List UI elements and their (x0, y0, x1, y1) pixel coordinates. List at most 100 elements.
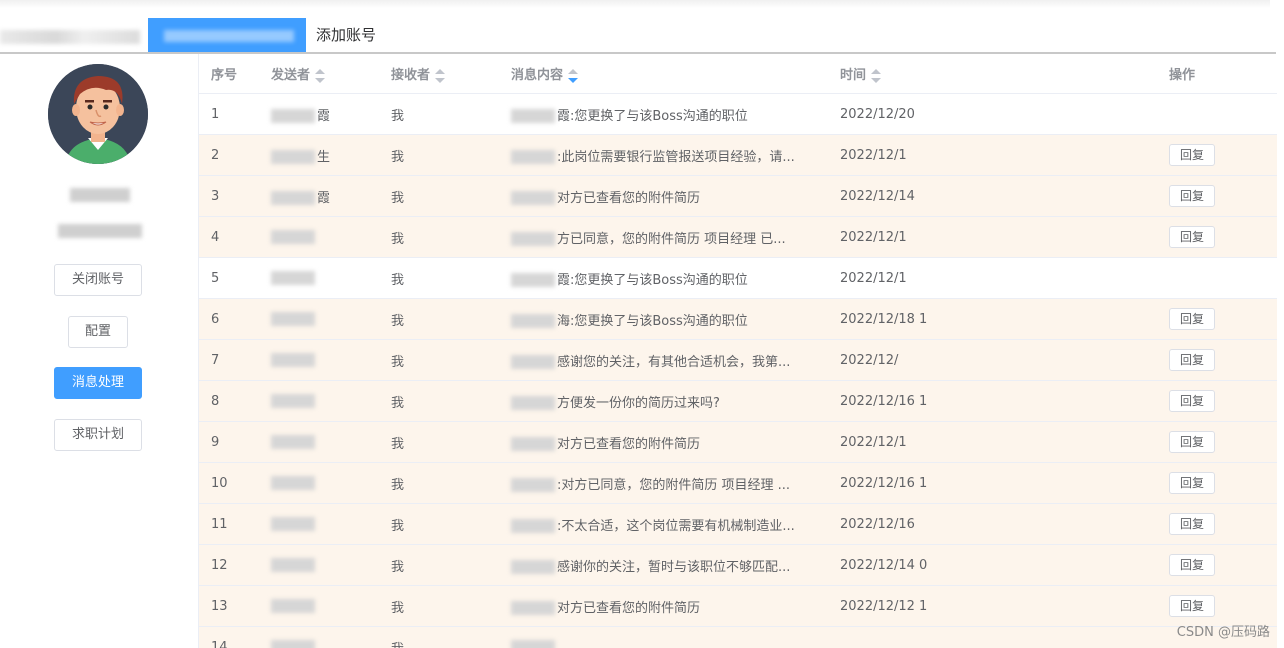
reply-button[interactable]: 回复 (1169, 185, 1215, 207)
cell-sender (259, 503, 379, 545)
account-tabs: 添加账号 (0, 18, 1276, 54)
cell-index: 3 (199, 175, 259, 217)
cell-content: 感谢您的关注，有其他合适机会，我第... (499, 339, 828, 381)
watermark: CSDN @压码路 (1176, 625, 1270, 640)
cell-sender: 霞 (259, 175, 379, 217)
table-row: 13 我对方已查看您的附件简历 2022/12/12 1 回复 (199, 585, 1277, 627)
blurred-text (511, 150, 555, 164)
cell-sender (259, 585, 379, 627)
cell-index: 14 (199, 626, 259, 648)
blurred-text (271, 353, 315, 367)
cell-time: 2022/12/16 1 (828, 462, 1157, 504)
cell-action: 回复 (1157, 339, 1277, 381)
cell-sender (259, 298, 379, 340)
cell-time: 2022/12/18 1 (828, 298, 1157, 340)
blurred-text (511, 560, 555, 574)
reply-button[interactable]: 回复 (1169, 144, 1215, 166)
message-handling-button[interactable]: 消息处理 (54, 367, 142, 399)
col-sender-header[interactable]: 发送者 (259, 54, 379, 94)
table-row: 11 我:不太合适，这个岗位需要有机械制造业... 2022/12/16 回复 (199, 503, 1277, 545)
cell-sender: 霞 (259, 93, 379, 135)
cell-receiver: 我 (379, 626, 499, 648)
tab-account-active[interactable] (148, 18, 306, 52)
cell-sender (259, 626, 379, 648)
cell-index: 13 (199, 585, 259, 627)
cell-sender (259, 257, 379, 299)
cell-content: 感谢你的关注，暂时与该职位不够匹配... (499, 544, 828, 586)
blurred-text (511, 232, 555, 246)
cell-content: :此岗位需要银行监管报送项目经验，请... (499, 134, 828, 176)
cell-action: 回复 (1157, 298, 1277, 340)
blurred-text (271, 476, 315, 490)
cell-time: 2022/12/16 1 (828, 380, 1157, 422)
cell-receiver: 我 (379, 462, 499, 504)
cell-receiver: 我 (379, 298, 499, 340)
col-action-header: 操作 (1157, 54, 1277, 94)
blurred-text (271, 230, 315, 244)
cell-content (499, 626, 828, 648)
cell-action: 回复 (1157, 175, 1277, 217)
reply-button[interactable]: 回复 (1169, 472, 1215, 494)
cell-receiver: 我 (379, 503, 499, 545)
table-row: 2 生我:此岗位需要银行监管报送项目经验，请... 2022/12/1 回复 (199, 134, 1277, 176)
cell-time: 2022/12/12 1 (828, 585, 1157, 627)
cell-time: 2022/12/16 (828, 503, 1157, 545)
table-header-row: 序号 发送者 接收者 消息内容 时间 操作 (199, 54, 1277, 94)
cell-time: 2022/12/20 (828, 93, 1157, 135)
blurred-text (271, 271, 315, 285)
table-row: 5 我霞:您更换了与该Boss沟通的职位 2022/12/1 (199, 257, 1277, 299)
blurred-text (511, 396, 555, 410)
reply-button[interactable]: 回复 (1169, 513, 1215, 535)
cell-sender (259, 339, 379, 381)
cell-action: 回复 (1157, 380, 1277, 422)
table-row: 4 我方已同意，您的附件简历 项目经理 已... 2022/12/1 回复 (199, 216, 1277, 258)
sort-icon[interactable] (871, 68, 882, 83)
cell-sender (259, 421, 379, 463)
close-account-button[interactable]: 关闭账号 (54, 264, 142, 296)
col-time-header[interactable]: 时间 (828, 54, 1157, 94)
job-plan-button[interactable]: 求职计划 (54, 419, 142, 451)
blurred-text (511, 601, 555, 615)
cell-receiver: 我 (379, 134, 499, 176)
cell-content: :不太合适，这个岗位需要有机械制造业... (499, 503, 828, 545)
tab-account-blurred[interactable] (0, 30, 140, 44)
blurred-text (511, 478, 555, 492)
blurred-text (511, 273, 555, 287)
avatar (48, 64, 148, 164)
reply-button[interactable]: 回复 (1169, 390, 1215, 412)
sort-icon[interactable] (435, 68, 446, 83)
reply-button[interactable]: 回复 (1169, 554, 1215, 576)
blurred-text (271, 191, 315, 205)
sort-icon[interactable] (315, 68, 326, 83)
table-row: 9 我对方已查看您的附件简历 2022/12/1 回复 (199, 421, 1277, 463)
cell-time: 2022/12/14 0 (828, 544, 1157, 586)
cell-index: 1 (199, 93, 259, 135)
add-account-tab[interactable]: 添加账号 (316, 18, 376, 52)
reply-button[interactable]: 回复 (1169, 308, 1215, 330)
blurred-text (511, 437, 555, 451)
cell-sender (259, 216, 379, 258)
blurred-text (511, 191, 555, 205)
cell-content: 对方已查看您的附件简历 (499, 585, 828, 627)
cell-content: 方便发一份你的简历过来吗? (499, 380, 828, 422)
cell-content: 对方已查看您的附件简历 (499, 175, 828, 217)
table-row: 12 我感谢你的关注，暂时与该职位不够匹配... 2022/12/14 0 回复 (199, 544, 1277, 586)
reply-button[interactable]: 回复 (1169, 431, 1215, 453)
cell-receiver: 我 (379, 544, 499, 586)
cell-sender (259, 380, 379, 422)
cell-time: 2022/12/ (828, 339, 1157, 381)
table-row: 6 我海:您更换了与该Boss沟通的职位 2022/12/18 1 回复 (199, 298, 1277, 340)
reply-button[interactable]: 回复 (1169, 349, 1215, 371)
cell-action: 回复 (1157, 421, 1277, 463)
cell-receiver: 我 (379, 380, 499, 422)
reply-button[interactable]: 回复 (1169, 226, 1215, 248)
reply-button[interactable]: 回复 (1169, 595, 1215, 617)
cell-index: 9 (199, 421, 259, 463)
blurred-text (271, 599, 315, 613)
sort-desc-icon[interactable] (568, 68, 579, 83)
cell-index: 12 (199, 544, 259, 586)
col-receiver-header[interactable]: 接收者 (379, 54, 499, 94)
config-button[interactable]: 配置 (68, 316, 128, 348)
col-content-header[interactable]: 消息内容 (499, 54, 828, 94)
cell-receiver: 我 (379, 175, 499, 217)
